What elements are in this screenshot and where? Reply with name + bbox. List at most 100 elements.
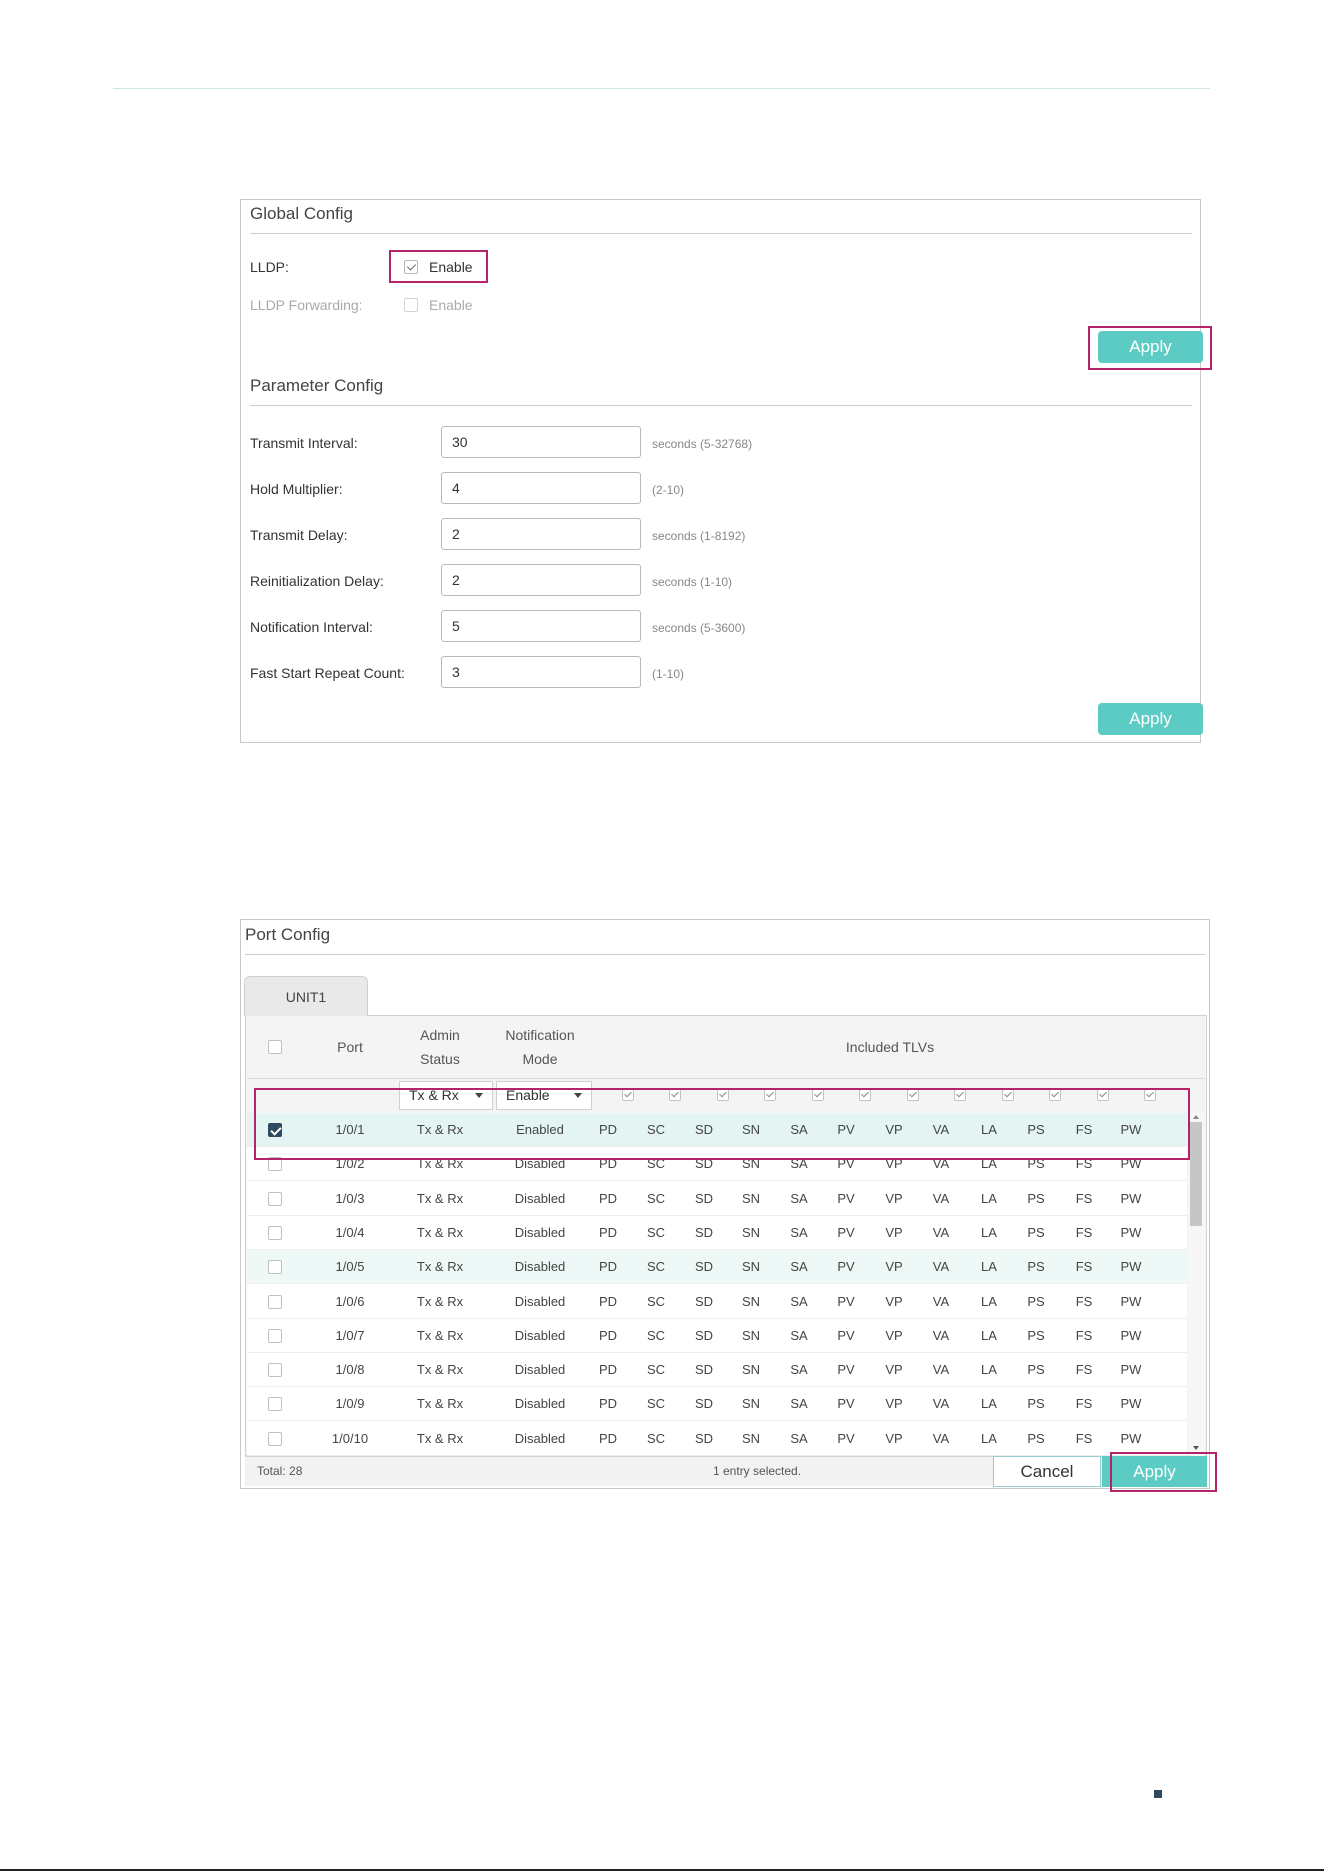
notification-interval-hint: seconds (5-3600) — [652, 621, 746, 635]
table-row[interactable]: 1/0/10 Tx & Rx Disabled PD SC SD SN SA PV VP VA LA P… — [247, 1422, 1187, 1456]
tlv-cell-pw: PW — [1120, 1224, 1142, 1240]
tlv-cell-va: VA — [932, 1293, 950, 1309]
global-apply-button[interactable]: Apply — [1098, 331, 1203, 363]
admin-status-cell: Tx & Rx — [416, 1122, 464, 1137]
tlv-sn-batch-checkbox[interactable] — [764, 1089, 776, 1101]
tlv-cell-ps: PS — [1027, 1122, 1045, 1137]
tlv-cell-ps: PS — [1027, 1327, 1045, 1343]
row-select-checkbox[interactable] — [268, 1294, 282, 1309]
transmit-delay-input[interactable]: 2 — [441, 518, 641, 550]
table-row[interactable]: 1/0/8 Tx & Rx Disabled PD SC SD SN SA PV VP VA LA PS… — [247, 1353, 1187, 1388]
table-row[interactable]: 1/0/1 Tx & Rx Enabled PD SC SD SN SA PV VP VA LA PS F… — [247, 1113, 1187, 1147]
lldp-enable-checkbox[interactable] — [404, 260, 418, 274]
notification-interval-label: Notification Interval: — [250, 619, 373, 635]
parameter-apply-button[interactable]: Apply — [1098, 703, 1203, 735]
page-bottom-divider — [0, 1869, 1324, 1871]
row-select-checkbox[interactable] — [268, 1191, 282, 1206]
tlv-cell-pw: PW — [1120, 1156, 1142, 1172]
global-config-divider — [250, 233, 1192, 234]
tlv-cell-sn: SN — [741, 1430, 761, 1446]
lldp-forwarding-checkbox[interactable] — [404, 298, 418, 312]
tlv-sc-batch-checkbox[interactable] — [669, 1089, 681, 1101]
admin-status-cell: Tx & Rx — [416, 1362, 464, 1378]
tlv-cell-fs: FS — [1075, 1396, 1093, 1412]
port-header: Port — [337, 1039, 363, 1055]
tlv-pd-batch-checkbox[interactable] — [622, 1089, 634, 1101]
notification-mode-cell: Disabled — [514, 1224, 566, 1240]
tlv-cell-va: VA — [932, 1362, 950, 1378]
scroll-down-icon[interactable] — [1193, 1446, 1199, 1450]
header-divider — [113, 88, 1210, 89]
notification-mode-cell: Enabled — [516, 1122, 564, 1137]
chevron-down-icon — [574, 1093, 582, 1098]
table-row[interactable]: 1/0/4 Tx & Rx Disabled PD SC SD SN SA PV VP VA LA PS… — [247, 1216, 1187, 1250]
reinitialization-delay-input[interactable]: 2 — [441, 564, 641, 596]
reinitialization-delay-label: Reinitialization Delay: — [250, 573, 384, 589]
admin-status-cell: Tx & Rx — [416, 1190, 464, 1206]
tlv-cell-pd: PD — [598, 1190, 618, 1206]
port-apply-button[interactable]: Apply — [1102, 1456, 1207, 1487]
tlv-cell-sc: SC — [646, 1259, 666, 1275]
tlv-cell-la: LA — [981, 1430, 997, 1446]
tab-unit1[interactable]: UNIT1 — [244, 976, 368, 1016]
tlv-cell-la: LA — [981, 1122, 997, 1137]
tlv-cell-fs: FS — [1075, 1327, 1093, 1343]
tlv-cell-sa: SA — [790, 1396, 808, 1412]
tlv-sd-batch-checkbox[interactable] — [717, 1089, 729, 1101]
tlv-cell-pd: PD — [598, 1259, 618, 1275]
admin-status-cell: Tx & Rx — [416, 1430, 464, 1446]
table-row[interactable]: 1/0/2 Tx & Rx Disabled PD SC SD SN SA PV VP VA LA PS… — [247, 1147, 1187, 1182]
tlv-cell-sc: SC — [646, 1224, 666, 1240]
transmit-interval-input[interactable]: 30 — [441, 426, 641, 458]
admin-status-cell: Tx & Rx — [416, 1156, 464, 1172]
tlv-cell-sd: SD — [694, 1190, 714, 1206]
table-row[interactable]: 1/0/7 Tx & Rx Disabled PD SC SD SN SA PV VP VA LA PS… — [247, 1319, 1187, 1353]
notification-mode-cell: Disabled — [514, 1190, 566, 1206]
row-select-checkbox[interactable] — [268, 1123, 282, 1137]
tlv-cell-sd: SD — [694, 1293, 714, 1309]
fast-start-repeat-count-input[interactable]: 3 — [441, 656, 641, 688]
tlv-cell-sa: SA — [790, 1224, 808, 1240]
notification-interval-input[interactable]: 5 — [441, 610, 641, 642]
port-cell: 1/0/6 — [335, 1293, 365, 1309]
tlv-cell-ps: PS — [1027, 1259, 1045, 1275]
table-row[interactable]: 1/0/9 Tx & Rx Disabled PD SC SD SN SA PV VP VA LA PS… — [247, 1387, 1187, 1422]
scrollbar-thumb[interactable] — [1190, 1122, 1202, 1226]
tlv-ps-batch-checkbox[interactable] — [1049, 1089, 1061, 1101]
tlv-vp-batch-checkbox[interactable] — [907, 1089, 919, 1101]
table-row[interactable]: 1/0/6 Tx & Rx Disabled PD SC SD SN SA PV VP VA LA PS… — [247, 1285, 1187, 1319]
tlv-cell-va: VA — [932, 1156, 950, 1172]
port-config-divider — [245, 954, 1205, 955]
tlv-pw-batch-checkbox[interactable] — [1144, 1089, 1156, 1101]
tlv-cell-sd: SD — [694, 1259, 714, 1275]
select-all-checkbox[interactable] — [268, 1040, 282, 1054]
table-row[interactable]: 1/0/5 Tx & Rx Disabled PD SC SD SN SA PV VP VA LA PS… — [247, 1250, 1187, 1285]
row-select-checkbox[interactable] — [268, 1431, 282, 1446]
tlv-fs-batch-checkbox[interactable] — [1097, 1089, 1109, 1101]
lldp-label: LLDP: — [250, 259, 289, 275]
notification-mode-select[interactable]: Enable — [496, 1081, 592, 1110]
tlv-cell-la: LA — [981, 1156, 997, 1172]
tlv-va-batch-checkbox[interactable] — [954, 1089, 966, 1101]
notification-mode-header-line1: Notification — [505, 1027, 575, 1043]
tlv-pv-batch-checkbox[interactable] — [859, 1089, 871, 1101]
table-row[interactable]: 1/0/3 Tx & Rx Disabled PD SC SD SN SA PV VP VA LA PS… — [247, 1182, 1187, 1216]
row-select-checkbox[interactable] — [268, 1157, 282, 1172]
tlv-cell-sa: SA — [790, 1259, 808, 1275]
tlv-la-batch-checkbox[interactable] — [1002, 1089, 1014, 1101]
tlv-cell-pd: PD — [598, 1122, 618, 1137]
row-select-checkbox[interactable] — [268, 1363, 282, 1378]
tlv-sa-batch-checkbox[interactable] — [812, 1089, 824, 1101]
admin-status-select[interactable]: Tx & Rx — [399, 1081, 493, 1110]
row-select-checkbox[interactable] — [268, 1225, 282, 1240]
cancel-button[interactable]: Cancel — [993, 1456, 1101, 1487]
row-select-checkbox[interactable] — [268, 1328, 282, 1343]
hold-multiplier-input[interactable]: 4 — [441, 472, 641, 504]
row-select-checkbox[interactable] — [268, 1397, 282, 1412]
port-cell: 1/0/4 — [335, 1224, 365, 1240]
tlv-cell-sd: SD — [694, 1430, 714, 1446]
tlv-cell-pw: PW — [1120, 1293, 1142, 1309]
tlv-cell-pw: PW — [1120, 1122, 1142, 1137]
row-select-checkbox[interactable] — [268, 1260, 282, 1275]
scroll-up-icon[interactable] — [1193, 1115, 1199, 1119]
